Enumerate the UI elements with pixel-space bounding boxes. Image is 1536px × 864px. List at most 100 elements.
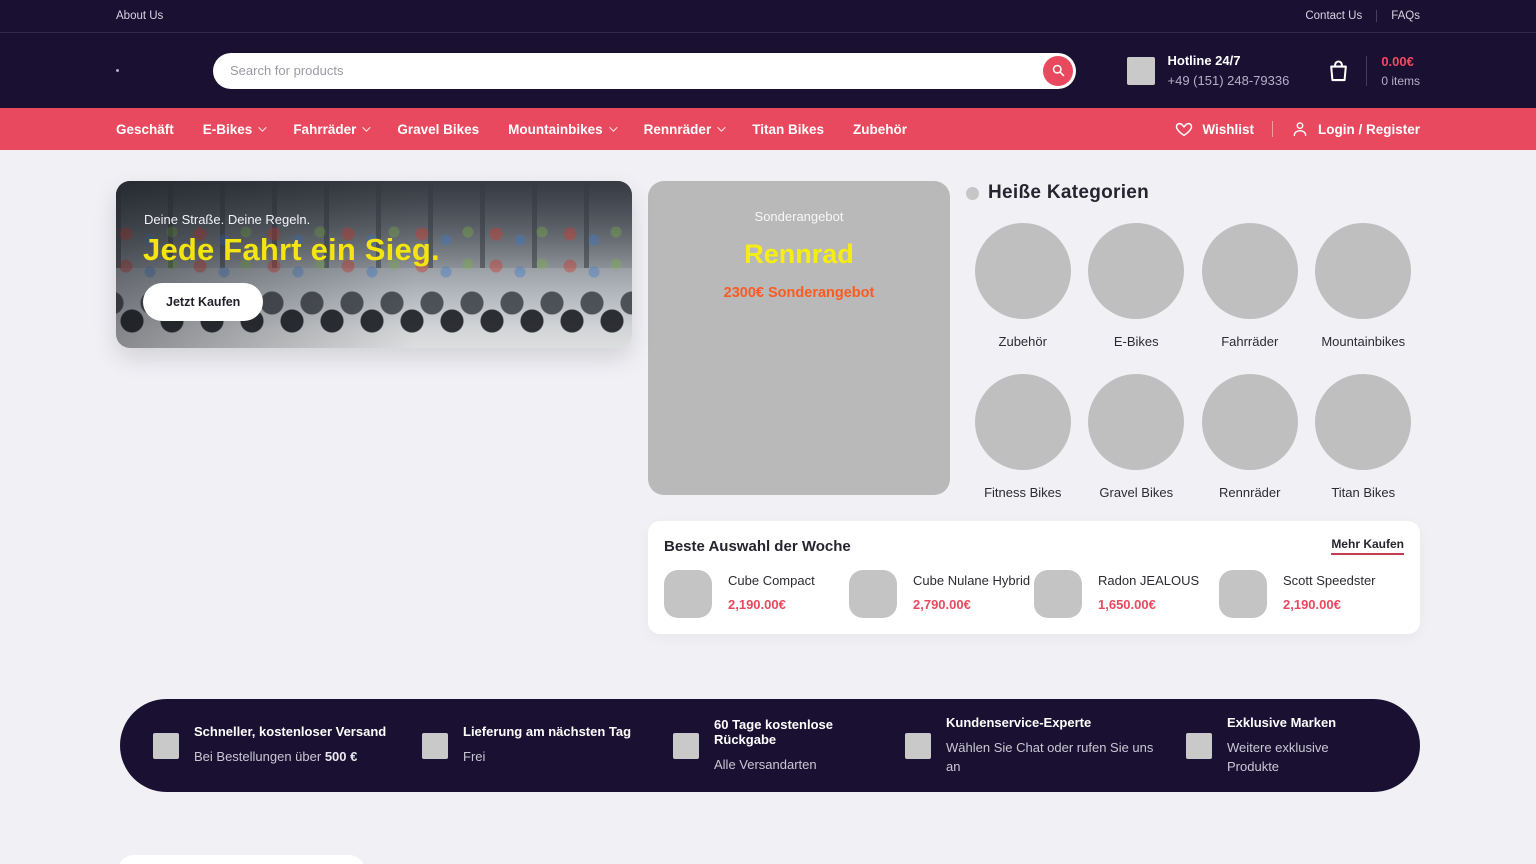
nav-item-fahrraeder[interactable]: Fahrräder [293, 122, 368, 137]
nav-item-rennraeder[interactable]: Rennräder [644, 122, 724, 137]
promo-price: 2300€ Sonderangebot [648, 285, 950, 301]
product-name: Radon JEALOUS [1098, 573, 1199, 588]
promo-eyebrow: Sonderangebot [648, 209, 950, 224]
promo-and-categories: Sonderangebot Rennrad 2300€ Sonderangebo… [648, 181, 1420, 500]
category-e-bikes[interactable]: E-Bikes [1080, 223, 1194, 349]
heart-icon [1175, 120, 1193, 138]
weekly-picks-card: Beste Auswahl der Woche Mehr Kaufen Cube… [648, 521, 1420, 634]
chevron-down-icon [717, 123, 725, 131]
nav-item-label: Rennräder [644, 122, 712, 137]
main-content: Deine Straße. Deine Regeln. Jede Fahrt e… [0, 150, 1536, 634]
feature-title: 60 Tage kostenlose Rückgabe [714, 717, 887, 747]
features-bar: Schneller, kostenloser Versand Bei Beste… [120, 699, 1420, 792]
categories-grid: Zubehör E-Bikes Fahrräder Mountainb [966, 223, 1420, 500]
cart-items-count: 0 items [1381, 74, 1420, 88]
feature-title: Lieferung am nächsten Tag [463, 724, 631, 739]
category-label: E-Bikes [1114, 334, 1159, 349]
topbar-right: Contact Us FAQs [1305, 10, 1420, 22]
topbar-faqs-link[interactable]: FAQs [1391, 10, 1420, 22]
right-column: Sonderangebot Rennrad 2300€ Sonderangebo… [648, 181, 1420, 634]
nav-item-zubehoer[interactable]: Zubehör [853, 122, 907, 137]
feature-subtitle: Frei [463, 747, 631, 767]
site-logo[interactable] [116, 69, 119, 72]
category-mountainbikes[interactable]: Mountainbikes [1307, 223, 1421, 349]
feature-subtitle: Wählen Sie Chat oder rufen Sie uns an [946, 738, 1168, 777]
nav-right: Wishlist Login / Register [1175, 120, 1420, 138]
topbar-contact-link[interactable]: Contact Us [1305, 10, 1362, 22]
feature-subtitle: Alle Versandarten [714, 755, 887, 775]
hotline: Hotline 24/7 +49 (151) 248-79336 [1127, 53, 1290, 88]
category-label: Fahrräder [1221, 334, 1278, 349]
categories-header: Heiße Kategorien [966, 182, 1420, 204]
hotline-label: Hotline 24/7 [1168, 53, 1290, 68]
shopping-bag-icon [1325, 57, 1352, 84]
category-rennraeder[interactable]: Rennräder [1193, 374, 1307, 500]
hero-kicker: Deine Straße. Deine Regeln. [144, 212, 310, 227]
category-zubehoer[interactable]: Zubehör [966, 223, 1080, 349]
nav-item-mountainbikes[interactable]: Mountainbikes [508, 122, 615, 137]
hotline-icon [1127, 57, 1155, 85]
product-name: Cube Compact [728, 573, 815, 588]
feature-exclusive-brands: Exklusive Marken Weitere exklusive Produ… [1186, 715, 1387, 777]
product-scott-speedster[interactable]: Scott Speedster 2,190.00€ [1219, 570, 1404, 618]
nav-item-label: Mountainbikes [508, 122, 603, 137]
page: About Us Contact Us FAQs Hotline [0, 0, 1536, 864]
search-button[interactable] [1043, 56, 1073, 86]
nav-item-titan-bikes[interactable]: Titan Bikes [752, 122, 824, 137]
hero-title: Jede Fahrt ein Sieg. [143, 232, 440, 268]
support-icon [905, 733, 931, 759]
product-cube-nulane-hybrid[interactable]: Cube Nulane Hybrid 2,790.00€ [849, 570, 1034, 618]
category-gravel-bikes[interactable]: Gravel Bikes [1080, 374, 1194, 500]
hero-banner[interactable]: Deine Straße. Deine Regeln. Jede Fahrt e… [116, 181, 632, 348]
feature-customer-service: Kundenservice-Experte Wählen Sie Chat od… [905, 715, 1186, 777]
product-thumbnail [1034, 570, 1082, 618]
chevron-down-icon [258, 123, 266, 131]
category-titan-bikes[interactable]: Titan Bikes [1307, 374, 1421, 500]
nav-item-label: Zubehör [853, 122, 907, 137]
product-price: 2,190.00€ [1283, 597, 1376, 612]
chevron-down-icon [363, 123, 371, 131]
category-fahrraeder[interactable]: Fahrräder [1193, 223, 1307, 349]
search-input[interactable] [213, 53, 1076, 89]
category-image [1315, 374, 1411, 470]
product-thumbnail [1219, 570, 1267, 618]
category-image [1315, 223, 1411, 319]
product-price: 2,790.00€ [913, 597, 1030, 612]
topbar-about-link[interactable]: About Us [116, 10, 163, 22]
shipping-icon [153, 733, 179, 759]
category-image [1088, 223, 1184, 319]
cart-widget[interactable]: 0.00€ 0 items [1325, 54, 1420, 88]
weekly-heading: Beste Auswahl der Woche [664, 538, 851, 555]
category-fitness-bikes[interactable]: Fitness Bikes [966, 374, 1080, 500]
category-image [1202, 374, 1298, 470]
header: Hotline 24/7 +49 (151) 248-79336 0.00€ 0… [0, 33, 1536, 108]
shop-more-link[interactable]: Mehr Kaufen [1331, 537, 1404, 555]
feature-subtitle-text: Alle Versandarten [714, 757, 817, 772]
product-radon-jealous[interactable]: Radon JEALOUS 1,650.00€ [1034, 570, 1219, 618]
feature-subtitle-text: Bei Bestellungen über [194, 749, 321, 764]
product-cube-compact[interactable]: Cube Compact 2,190.00€ [664, 570, 849, 618]
promo-card[interactable]: Sonderangebot Rennrad 2300€ Sonderangebo… [648, 181, 950, 495]
nav-item-gravel-bikes[interactable]: Gravel Bikes [397, 122, 479, 137]
feature-subtitle-text: Frei [463, 749, 485, 764]
nav-item-label: Gravel Bikes [397, 122, 479, 137]
nav-item-geschaeft[interactable]: Geschäft [116, 122, 174, 137]
nav-items: Geschäft E-Bikes Fahrräder Gravel Bikes … [116, 122, 907, 137]
chevron-down-icon [609, 123, 617, 131]
hero-cta-button[interactable]: Jetzt Kaufen [143, 283, 263, 321]
bottom-partial-card [118, 855, 365, 864]
login-register-label: Login / Register [1318, 122, 1420, 137]
login-register-link[interactable]: Login / Register [1291, 120, 1420, 138]
feature-subtitle: Weitere exklusive Produkte [1227, 738, 1369, 777]
nav-item-label: Titan Bikes [752, 122, 824, 137]
feature-free-returns: 60 Tage kostenlose Rückgabe Alle Versand… [673, 717, 905, 775]
nav-item-e-bikes[interactable]: E-Bikes [203, 122, 265, 137]
wishlist-link[interactable]: Wishlist [1175, 120, 1254, 138]
search-icon [1051, 63, 1066, 78]
wishlist-label: Wishlist [1202, 122, 1254, 137]
topbar-divider [1376, 10, 1377, 22]
returns-icon [673, 733, 699, 759]
product-price: 1,650.00€ [1098, 597, 1199, 612]
nav-item-label: Fahrräder [293, 122, 356, 137]
feature-title: Schneller, kostenloser Versand [194, 724, 386, 739]
